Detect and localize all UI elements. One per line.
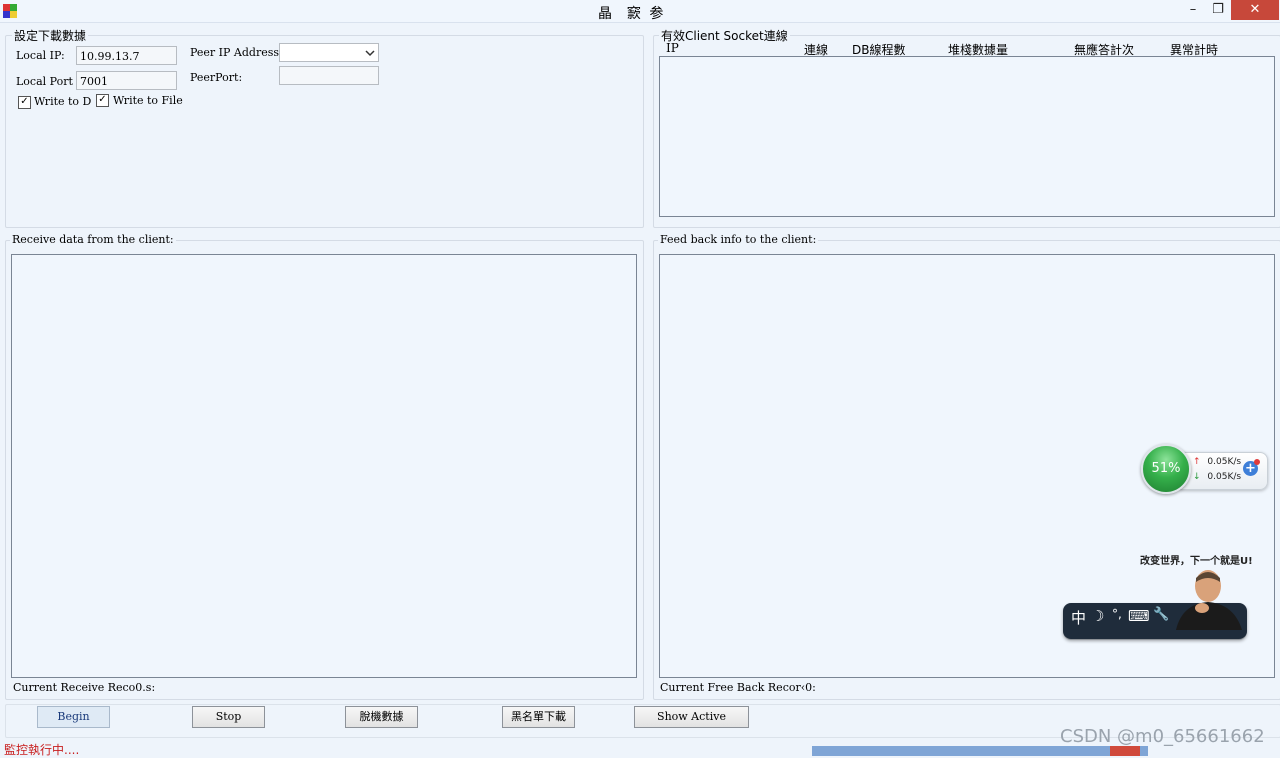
local-ip-label: Local IP: — [16, 49, 65, 62]
app-icon[interactable] — [3, 4, 17, 18]
download-speed-value: 0.05K/s — [1207, 472, 1242, 482]
download-speed: ↓ 0.05K/s — [1193, 472, 1241, 482]
keyboard-icon[interactable]: ⌨ — [1128, 607, 1150, 625]
connections-list[interactable] — [659, 56, 1275, 217]
notification-dot — [1254, 459, 1260, 465]
show-active-button[interactable]: Show Active — [634, 706, 749, 728]
ime-mode-chinese[interactable]: 中 — [1071, 607, 1086, 628]
local-port-label: Local Port — [16, 75, 73, 88]
wrench-icon[interactable]: 🔧 — [1153, 607, 1169, 622]
write-db-label: Write to D — [34, 95, 92, 108]
blacklist-download-button[interactable]: 黑名單下載 — [502, 706, 575, 728]
minimize-button[interactable]: – — [1179, 0, 1207, 20]
taskbar-popup[interactable] — [812, 746, 1148, 756]
popup-close-button[interactable] — [1110, 746, 1140, 756]
down-arrow-icon: ↓ — [1193, 472, 1201, 482]
up-arrow-icon: ↑ — [1193, 457, 1201, 467]
peer-port-label: PeerPort: — [190, 71, 243, 84]
feedback-footer: Current Free Back Recor‹0: — [660, 681, 816, 694]
peer-port-field[interactable] — [279, 66, 379, 85]
ime-skin-avatar — [1176, 570, 1242, 630]
chevron-down-icon — [365, 50, 375, 57]
feedback-group-title: Feed back info to the client: — [658, 233, 819, 246]
write-db-checkbox[interactable]: ✓ — [18, 96, 31, 109]
watermark: CSDN @m0_65661662 — [1060, 726, 1265, 747]
peer-ip-select[interactable] — [279, 43, 379, 62]
ime-caption: 改变世界，下一个就是U! — [1140, 556, 1253, 567]
upload-speed: ↑ 0.05K/s — [1193, 457, 1241, 467]
receive-footer: Current Receive Reco0.s: — [13, 681, 156, 694]
punctuation-icon[interactable]: °, — [1112, 607, 1122, 621]
receive-group-title: Receive data from the client: — [10, 233, 176, 246]
receive-log[interactable] — [11, 254, 637, 678]
local-port-field[interactable]: 7001 — [76, 71, 177, 90]
moon-icon[interactable]: ☽ — [1091, 607, 1104, 625]
settings-group-title: 設定下載數據 — [12, 27, 89, 44]
maximize-button[interactable]: ❐ — [1204, 0, 1232, 20]
offline-data-button[interactable]: 脫機數據 — [345, 706, 418, 728]
peer-ip-label: Peer IP Address — [190, 46, 280, 59]
close-button[interactable]: ✕ — [1231, 0, 1279, 20]
net-monitor-percent[interactable]: 51% — [1141, 444, 1191, 494]
stop-button[interactable]: Stop — [192, 706, 265, 728]
window-title: 晶 窾 参 — [598, 6, 666, 22]
begin-button[interactable]: Begin — [37, 706, 110, 728]
status-text: 監控執行中.... — [4, 743, 80, 757]
column-header-ip[interactable]: IP — [666, 41, 679, 55]
local-ip-field[interactable]: 10.99.13.7 — [76, 46, 177, 65]
write-file-label: Write to File — [113, 94, 183, 107]
write-file-checkbox[interactable]: ✓ — [96, 94, 109, 107]
upload-speed-value: 0.05K/s — [1207, 457, 1242, 467]
